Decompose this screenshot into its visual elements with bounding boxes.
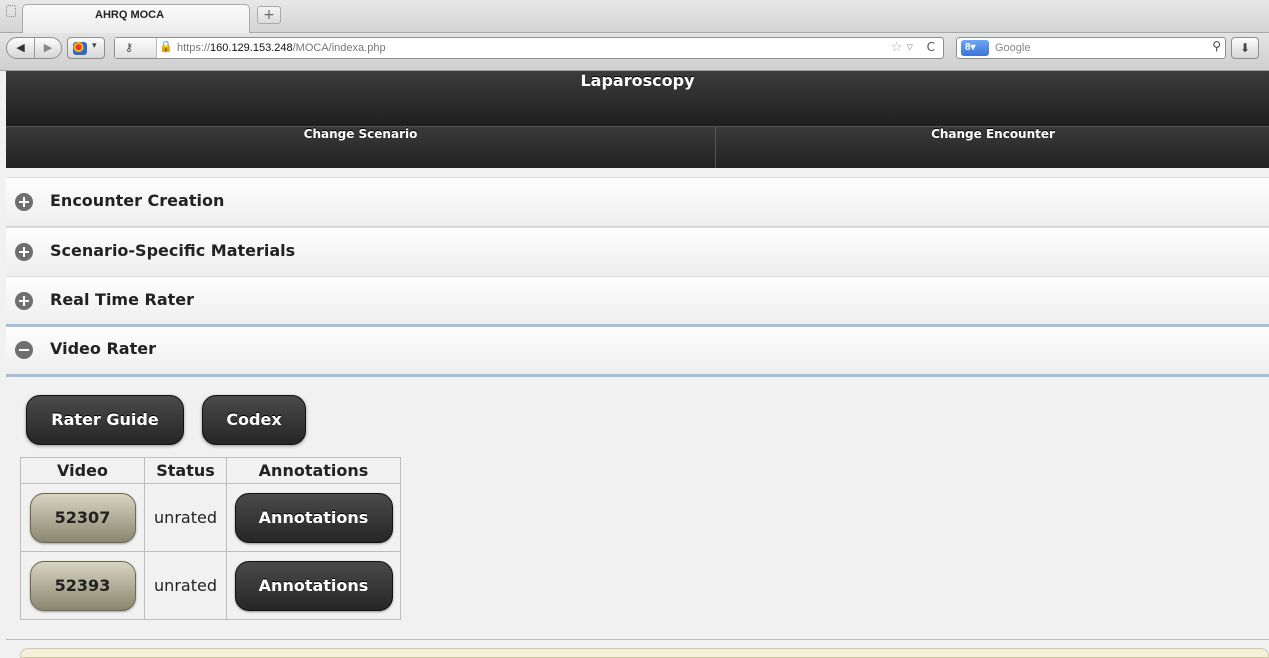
site-identity-button[interactable]: ▾ xyxy=(67,37,105,59)
status-cell: unrated xyxy=(144,483,227,552)
favicon-icon xyxy=(73,42,87,55)
plus-circle-icon xyxy=(15,193,33,211)
table-row: 52307 unrated Annotations xyxy=(20,483,401,552)
video-cell: 52307 xyxy=(20,483,145,552)
lock-icon: 🔒 xyxy=(159,40,173,53)
section-label: Real Time Rater xyxy=(50,290,195,309)
page-title: Laparoscopy xyxy=(580,71,695,90)
status-cell: unrated xyxy=(144,551,227,620)
column-header-video: Video xyxy=(20,457,145,484)
section-encounter-creation[interactable]: Encounter Creation xyxy=(6,177,1269,227)
url-bar[interactable]: ⚷ 🔒 https://160.129.153.248/MOCA/indexa.… xyxy=(114,37,944,59)
page-header: Laparoscopy xyxy=(6,71,1269,126)
footer-panel xyxy=(20,648,1269,658)
key-icon[interactable]: ⚷ xyxy=(115,38,157,58)
video-button[interactable]: 52393 xyxy=(29,560,136,611)
column-header-annotations: Annotations xyxy=(226,457,401,484)
search-bar[interactable]: 8▾ Google ⚲ xyxy=(956,37,1226,59)
reload-icon[interactable]: C xyxy=(927,40,935,54)
codex-button[interactable]: Codex xyxy=(202,395,306,445)
footer-divider xyxy=(6,639,1269,658)
rater-guide-button[interactable]: Rater Guide xyxy=(26,395,184,445)
forward-icon[interactable]: ▶ xyxy=(35,38,61,58)
back-forward-group: ◀ ▶ xyxy=(6,37,62,59)
change-scenario-button[interactable]: Change Scenario xyxy=(6,127,716,168)
video-rater-content: Rater Guide Codex Video Status Annotatio… xyxy=(6,377,1269,639)
window-icon xyxy=(6,5,16,17)
browser-tab-bar: AHRQ MOCA + xyxy=(0,0,1269,33)
section-label: Video Rater xyxy=(50,339,156,358)
section-real-time-rater[interactable]: Real Time Rater xyxy=(6,276,1269,326)
page: Laparoscopy Change Scenario Change Encou… xyxy=(6,71,1269,658)
section-label: Scenario-Specific Materials xyxy=(50,241,296,260)
search-icon[interactable]: ⚲ xyxy=(1212,39,1221,53)
back-icon[interactable]: ◀ xyxy=(7,38,35,58)
browser-nav-bar: ◀ ▶ ▾ ⚷ 🔒 https://160.129.153.248/MOCA/i… xyxy=(0,33,1269,71)
nav-row: Change Scenario Change Encounter xyxy=(6,126,1269,168)
url-text[interactable]: https://160.129.153.248/MOCA/indexa.php xyxy=(177,42,386,54)
plus-circle-icon xyxy=(15,292,33,310)
annotations-cell: Annotations xyxy=(226,551,401,620)
google-engine-icon[interactable]: 8▾ xyxy=(961,40,989,56)
table-header-row: Video Status Annotations xyxy=(20,457,401,484)
tab-title: AHRQ MOCA xyxy=(95,9,165,21)
video-cell: 52393 xyxy=(20,551,145,620)
change-encounter-button[interactable]: Change Encounter xyxy=(717,127,1269,168)
video-table: Video Status Annotations 52307 unrated A… xyxy=(20,457,401,620)
annotations-button[interactable]: Annotations xyxy=(234,560,393,611)
section-scenario-materials[interactable]: Scenario-Specific Materials xyxy=(6,227,1269,277)
section-label: Encounter Creation xyxy=(50,191,225,210)
new-tab-button[interactable]: + xyxy=(257,6,281,24)
annotations-cell: Annotations xyxy=(226,483,401,552)
section-video-rater[interactable]: Video Rater xyxy=(6,324,1269,377)
download-icon[interactable]: ⬇ xyxy=(1231,37,1259,59)
search-placeholder: Google xyxy=(995,42,1031,54)
video-button[interactable]: 52307 xyxy=(29,492,136,543)
bookmark-star-icon[interactable]: ☆ ▿ xyxy=(891,40,913,55)
column-header-status: Status xyxy=(144,457,227,484)
table-row: 52393 unrated Annotations xyxy=(20,551,401,620)
browser-tab[interactable]: AHRQ MOCA xyxy=(22,4,250,33)
annotations-button[interactable]: Annotations xyxy=(234,492,393,543)
chevron-down-icon: ▾ xyxy=(92,41,97,51)
minus-circle-icon xyxy=(15,341,33,359)
plus-circle-icon xyxy=(15,243,33,261)
